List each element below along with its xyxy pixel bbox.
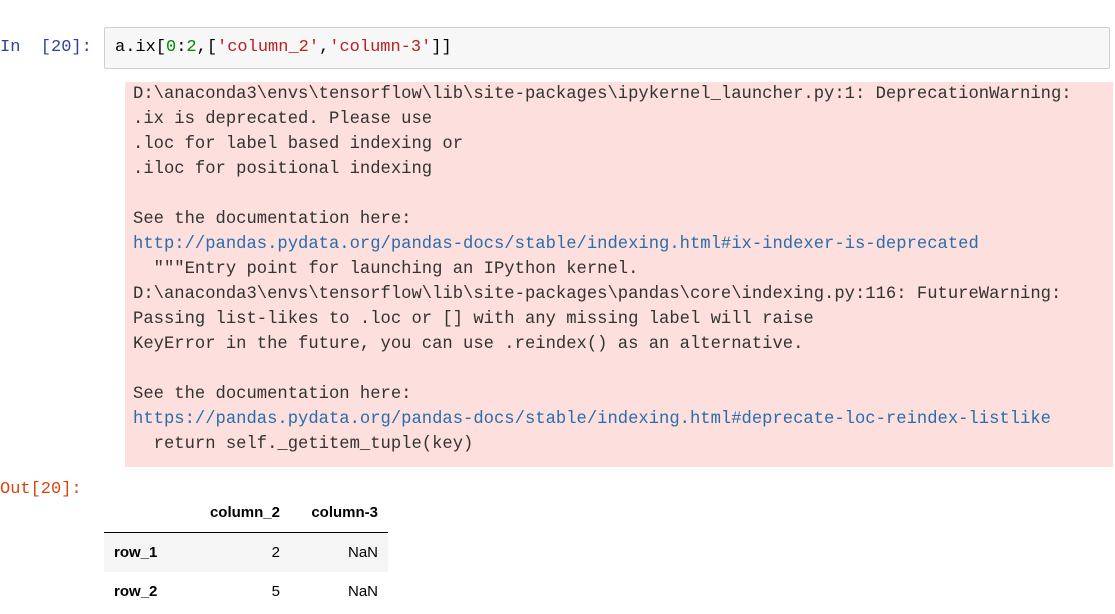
code-token: ,[ xyxy=(196,38,218,57)
stderr-output: D:\anaconda3\envs\tensorflow\lib\site-pa… xyxy=(125,82,1113,467)
table-cell: NaN xyxy=(347,583,378,600)
input-prompt: In [20]: xyxy=(0,38,92,57)
table-cell: 5 xyxy=(271,583,280,600)
index-header xyxy=(104,493,186,533)
code-token: 'column-3' xyxy=(329,38,432,57)
stderr-line: .ix is deprecated. Please use xyxy=(133,110,433,129)
code-token: 2 xyxy=(186,38,197,57)
table-cell: NaN xyxy=(347,544,378,561)
code-token: 'column_2' xyxy=(217,38,320,57)
dataframe-output-table: column_2 column-3 row_1 2 NaN row_2 5 Na… xyxy=(104,493,388,611)
table-header-row: column_2 column-3 xyxy=(104,493,388,533)
stderr-line: """Entry point for launching an IPython … xyxy=(133,260,639,279)
code-input-area[interactable]: a.ix[0:2,['column_2','column-3']] xyxy=(104,27,1110,69)
row-index: row_2 xyxy=(114,583,158,600)
stderr-line xyxy=(133,357,1105,382)
column-header: column-3 xyxy=(290,493,388,533)
output-prompt: Out[20]: xyxy=(0,480,82,499)
stderr-line: return self._getitem_tuple(key) xyxy=(133,435,474,454)
row-index: row_1 xyxy=(114,544,158,561)
stderr-line: KeyError in the future, you can use .rei… xyxy=(133,335,804,354)
stderr-line: Passing list-likes to .loc or [] with an… xyxy=(133,310,814,329)
stderr-line: .loc for label based indexing or xyxy=(133,135,464,154)
table-row: row_2 5 NaN xyxy=(104,572,388,611)
code-token: : xyxy=(176,38,187,57)
stderr-line: See the documentation here: xyxy=(133,210,412,229)
stderr-line: https://pandas.pydata.org/pandas-docs/st… xyxy=(133,407,1105,432)
column-header: column_2 xyxy=(186,493,290,533)
stderr-line: D:\anaconda3\envs\tensorflow\lib\site-pa… xyxy=(133,285,1062,304)
stderr-line: See the documentation here: xyxy=(133,385,412,404)
documentation-link[interactable]: https://pandas.pydata.org/pandas-docs/st… xyxy=(133,410,1051,429)
stderr-line: .iloc for positional indexing xyxy=(133,160,433,179)
stderr-line: D:\anaconda3\envs\tensorflow\lib\site-pa… xyxy=(133,85,1072,104)
documentation-link[interactable]: http://pandas.pydata.org/pandas-docs/sta… xyxy=(133,235,979,254)
stderr-line xyxy=(133,182,1105,207)
code-token: 0 xyxy=(166,38,177,57)
code-token: , xyxy=(319,38,330,57)
table-cell: 2 xyxy=(271,544,280,561)
stderr-line: http://pandas.pydata.org/pandas-docs/sta… xyxy=(133,232,1105,257)
table-row: row_1 2 NaN xyxy=(104,532,388,572)
code-token: ]] xyxy=(431,38,452,57)
code-token: a.ix[ xyxy=(115,38,167,57)
